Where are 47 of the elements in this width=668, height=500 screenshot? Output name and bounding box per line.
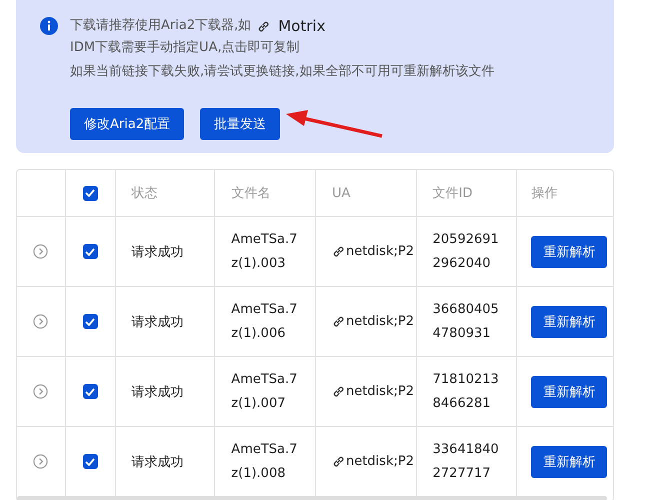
- file-name: AmeTSa.7 z(1).008: [231, 440, 298, 482]
- notice-text: 如果当前链接下载失败,请尝试更换链接,如果全部不可用可重新解析该文件: [70, 63, 494, 81]
- link-icon: [332, 315, 345, 328]
- link-icon: [332, 455, 345, 468]
- status-text: 请求成功: [132, 384, 184, 400]
- expand-icon[interactable]: [33, 384, 48, 399]
- row-checkbox[interactable]: [82, 384, 98, 399]
- link-icon: [332, 385, 345, 398]
- reparse-button[interactable]: 重新解析: [531, 236, 608, 268]
- select-all-checkbox[interactable]: [82, 186, 98, 200]
- file-id: 71810213 8466281: [432, 370, 499, 412]
- reparse-button[interactable]: 重新解析: [531, 376, 608, 408]
- column-header: 状态: [132, 185, 158, 202]
- link-icon: [257, 20, 270, 32]
- column-header: 文件ID: [432, 185, 472, 202]
- status-text: 请求成功: [132, 314, 184, 330]
- ua-link[interactable]: netdisk;P2: [332, 384, 414, 399]
- column-header: 文件名: [231, 185, 270, 202]
- notice-text: 下载请推荐使用Aria2下载器,如: [70, 17, 252, 35]
- file-name: AmeTSa.7 z(1).006: [231, 300, 298, 342]
- motrix-link[interactable]: Motrix: [257, 16, 326, 36]
- column-header: UA: [332, 186, 350, 200]
- horizontal-scrollbar[interactable]: [17, 496, 607, 500]
- reparse-button[interactable]: 重新解析: [531, 446, 608, 478]
- ua-link[interactable]: netdisk;P2: [332, 244, 414, 259]
- expand-icon[interactable]: [33, 454, 48, 469]
- status-text: 请求成功: [132, 244, 184, 260]
- row-checkbox[interactable]: [82, 244, 98, 259]
- reparse-button[interactable]: 重新解析: [531, 306, 608, 338]
- row-checkbox[interactable]: [82, 454, 98, 469]
- link-icon: [332, 245, 345, 258]
- file-id: 33641840 2727717: [432, 440, 499, 482]
- expand-icon[interactable]: [33, 314, 48, 329]
- file-id: 20592691 2962040: [432, 230, 499, 272]
- action-button[interactable]: 修改Aria2配置: [70, 108, 184, 140]
- ua-link[interactable]: netdisk;P2: [332, 314, 414, 329]
- file-id: 36680405 4780931: [432, 300, 499, 342]
- column-header: 操作: [531, 185, 558, 202]
- file-name: AmeTSa.7 z(1).007: [231, 370, 298, 412]
- status-text: 请求成功: [132, 454, 184, 470]
- file-name: AmeTSa.7 z(1).003: [231, 230, 298, 272]
- info-icon: [40, 17, 58, 35]
- action-button[interactable]: 批量发送: [200, 108, 280, 140]
- expand-icon[interactable]: [33, 244, 48, 259]
- notice-text: IDM下载需要手动指定UA,点击即可复制: [70, 39, 301, 57]
- row-checkbox[interactable]: [82, 314, 98, 329]
- ua-link[interactable]: netdisk;P2: [332, 454, 414, 469]
